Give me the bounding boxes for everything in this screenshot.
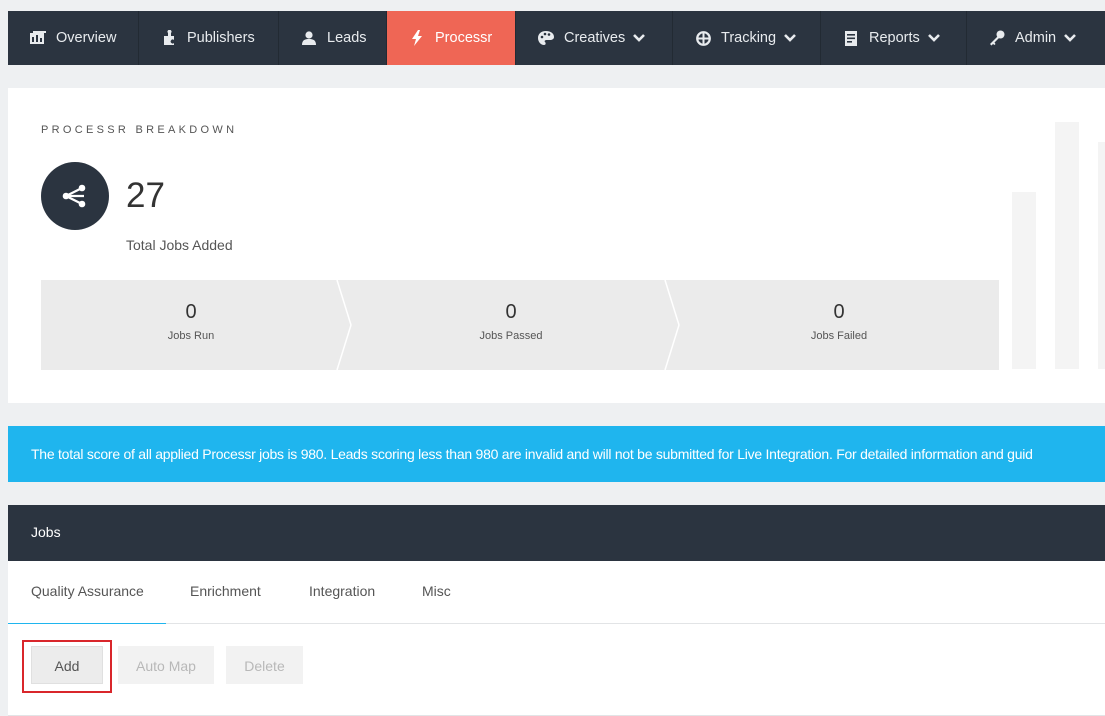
delete-button[interactable]: Delete [226, 646, 303, 684]
nav-label-admin: Admin [1015, 30, 1057, 46]
auto-map-button[interactable]: Auto Map [118, 646, 214, 684]
chevron-down-icon [927, 34, 940, 42]
tab-quality-assurance[interactable]: Quality Assurance [8, 561, 166, 625]
nav-item-leads[interactable]: Leads [279, 11, 387, 65]
stat-label: Jobs Run [167, 330, 215, 342]
puzzle-icon [161, 30, 177, 46]
tab-integration[interactable]: Integration [309, 561, 375, 624]
crosshair-icon [695, 30, 711, 46]
tab-enrichment[interactable]: Enrichment [190, 561, 261, 624]
stat-jobs-run: 0 Jobs Run [41, 280, 341, 370]
nav-label-reports: Reports [869, 30, 920, 46]
bar-chart-icon [30, 30, 46, 46]
document-icon [843, 30, 859, 46]
stat-value: 0 [185, 301, 197, 323]
stat-jobs-passed: 0 Jobs Passed [351, 280, 671, 370]
nav-label-tracking: Tracking [721, 30, 777, 46]
stat-jobs-failed: 0 Jobs Failed [679, 280, 999, 370]
palette-icon [538, 30, 554, 46]
decorative-bar [1055, 122, 1079, 369]
total-jobs-label: Total Jobs Added [126, 237, 233, 253]
breakdown-title: PROCESSR BREAKDOWN [41, 124, 238, 136]
chevron-down-icon [633, 34, 646, 42]
nav-item-overview[interactable]: Overview [8, 11, 139, 65]
tab-misc[interactable]: Misc [422, 561, 451, 624]
nav-label-creatives: Creatives [564, 30, 626, 46]
nav-label-overview: Overview [56, 30, 117, 46]
jobs-panel-header: Jobs [8, 505, 1105, 561]
job-stats-strip: 0 Jobs Run 0 Jobs Passed 0 Jobs Failed [41, 280, 999, 370]
chevron-down-icon [1064, 34, 1077, 42]
nav-item-tracking[interactable]: Tracking [673, 11, 821, 65]
stat-label: Jobs Failed [810, 330, 868, 342]
nav-item-publishers[interactable]: Publishers [139, 11, 279, 65]
nav-item-processr[interactable]: Processr [387, 11, 516, 65]
user-icon [301, 30, 317, 46]
stat-value: 0 [833, 301, 845, 323]
share-icon [41, 162, 109, 230]
decorative-bar [1098, 142, 1105, 369]
nav-item-creatives[interactable]: Creatives [516, 11, 673, 65]
score-info-banner: The total score of all applied Processr … [8, 426, 1105, 482]
jobs-toolbar: Add Auto Map Delete [8, 624, 1105, 716]
key-icon [989, 30, 1005, 46]
decorative-bar [1012, 192, 1036, 369]
jobs-tabs: Quality Assurance Enrichment Integration… [8, 561, 1105, 625]
nav-label-processr: Processr [435, 30, 493, 46]
nav-item-reports[interactable]: Reports [821, 11, 967, 65]
bolt-icon [409, 30, 425, 46]
add-button[interactable]: Add [31, 646, 103, 684]
stat-value: 0 [505, 301, 517, 323]
chevron-down-icon [784, 34, 796, 42]
total-jobs-value: 27 [126, 176, 165, 215]
nav-label-publishers: Publishers [187, 30, 255, 46]
nav-label-leads: Leads [327, 30, 367, 46]
stat-label: Jobs Passed [479, 330, 543, 342]
top-nav: Overview Publishers Leads Processr Creat… [8, 11, 1105, 65]
nav-item-admin[interactable]: Admin [967, 11, 1105, 65]
processr-breakdown-panel: PROCESSR BREAKDOWN 27 Total Jobs Added 0… [8, 88, 1105, 403]
jobs-title: Jobs [31, 524, 61, 540]
